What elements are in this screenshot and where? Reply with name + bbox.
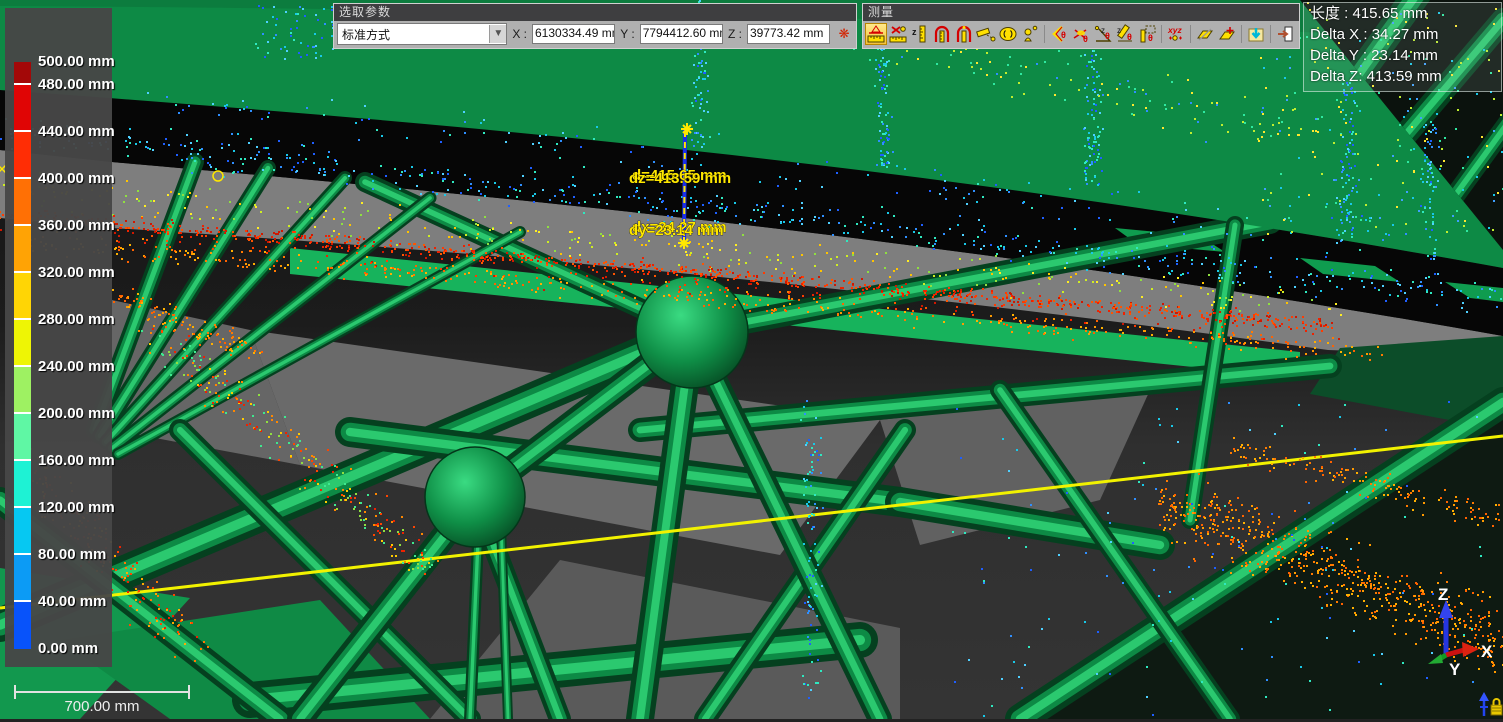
legend-band [14, 367, 31, 414]
measure-angle-distance-icon[interactable]: θ [1136, 23, 1158, 45]
x-coordinate-field[interactable]: 6130334.49 mm [532, 24, 615, 44]
legend-tick-label: 280.00 mm [38, 311, 115, 328]
measure-point-to-plane-icon[interactable] [975, 23, 997, 45]
pick-mode-value: 标准方式 [338, 26, 489, 43]
toolbar-separator [1270, 25, 1271, 43]
y-coordinate-field[interactable]: 7794412.60 mm [640, 24, 723, 44]
measurement-result-row: Delta Y : 23.14 mm [1304, 45, 1501, 66]
measure-toolbar-panel: 测量 zθθzθzθθxyz [862, 3, 1300, 49]
export-results-icon[interactable] [1245, 23, 1267, 45]
exit-measure-icon[interactable] [1274, 23, 1296, 45]
legend-tick-label: 360.00 mm [38, 217, 115, 234]
selection-parameters-panel: 选取参数 标准方式 ▼ X : 6130334.49 mm Y : 779441… [333, 3, 857, 49]
application-window: d=415.65 mmdz=413.59 mmdx=34.27 mmdy=23.… [0, 0, 1503, 719]
legend-band [14, 602, 31, 649]
measure-plane-icon[interactable] [1194, 23, 1216, 45]
legend-band [14, 320, 31, 367]
legend-tick-label: 0.00 mm [38, 640, 98, 657]
legend-tick-label: 200.00 mm [38, 405, 115, 422]
deviation-color-legend: 500.00 mm 480.00 mm 440.00 mm 400.00 mm 360.… [5, 8, 112, 667]
measure-angle-vectors-icon[interactable]: θ [1070, 23, 1092, 45]
legend-tick-label: 160.00 mm [38, 452, 115, 469]
axis-z-label: Z [1438, 585, 1448, 604]
measure-diameter-icon[interactable] [997, 23, 1019, 45]
legend-tick-label: 240.00 mm [38, 358, 115, 375]
legend-band [14, 179, 31, 226]
pick-mode-dropdown[interactable]: 标准方式 ▼ [337, 23, 507, 45]
scale-bar-label: 700.00 mm [64, 698, 139, 715]
view-scale-bar: 700.00 mm [0, 678, 260, 718]
legend-tick-label: 500.00 mm [38, 53, 115, 70]
legend-tick-label: 40.00 mm [38, 593, 106, 610]
measure-height-z-icon[interactable]: z [909, 23, 931, 45]
measure-arc-distance-alt-icon[interactable] [953, 23, 975, 45]
measurement-result-overlay: 长度 : 415.65 mmDelta X : 34.27 mmDelta Y … [1303, 2, 1502, 92]
legend-tick-label: 480.00 mm [38, 76, 115, 93]
legend-band [14, 555, 31, 602]
legend-tick-label: 320.00 mm [38, 264, 115, 281]
measure-toolbar-title[interactable]: 测量 [863, 4, 1299, 21]
legend-band [14, 132, 31, 179]
x-coordinate-label: X : [512, 27, 527, 41]
toolbar-separator [1241, 25, 1242, 43]
legend-color-bar [14, 62, 31, 649]
legend-tick-label: 400.00 mm [38, 170, 115, 187]
measure-point-info-icon[interactable] [1019, 23, 1041, 45]
ball-joint-node [425, 447, 525, 547]
toolbar-separator [1161, 25, 1162, 43]
ball-joint-node [636, 276, 748, 388]
z-coordinate-field[interactable]: 39773.42 mm [747, 24, 830, 44]
chevron-down-icon[interactable]: ▼ [489, 25, 506, 43]
measure-annotation-label: dz=413.59 mm [629, 170, 731, 187]
legend-band [14, 508, 31, 555]
legend-band [14, 461, 31, 508]
legend-band [14, 414, 31, 461]
create-plane-icon[interactable] [1216, 23, 1238, 45]
toolbar-separator [1044, 25, 1045, 43]
measure-angle-icon[interactable]: θ [1048, 23, 1070, 45]
axis-x-label: X [1481, 642, 1493, 661]
legend-band [14, 226, 31, 273]
measurement-result-row: Delta X : 34.27 mm [1304, 24, 1501, 45]
legend-tick-label: 440.00 mm [38, 123, 115, 140]
measure-angle-z-icon[interactable]: zθ [1092, 23, 1114, 45]
snap-point-icon[interactable]: ❋ [835, 25, 853, 43]
legend-band [14, 273, 31, 320]
y-coordinate-label: Y : [620, 27, 634, 41]
measure-distance-points-icon[interactable] [865, 23, 887, 45]
selection-panel-title[interactable]: 选取参数 [334, 4, 856, 21]
z-coordinate-label: Z : [728, 27, 742, 41]
measure-angle-plane-icon[interactable]: zθ [1114, 23, 1136, 45]
measurement-result-row: Delta Z: 413.59 mm [1304, 66, 1501, 87]
measure-distance-point-icon[interactable] [887, 23, 909, 45]
measure-annotation-label: dy=23.14 mm [629, 222, 724, 239]
legend-band [14, 85, 31, 132]
legend-tick-label: 80.00 mm [38, 546, 106, 563]
measure-arc-distance-icon[interactable] [931, 23, 953, 45]
3d-scene: d=415.65 mmdz=413.59 mmdx=34.27 mmdy=23.… [0, 0, 1503, 719]
show-xyz-coordinates-icon[interactable]: xyz [1165, 23, 1187, 45]
axis-y-label: Y [1449, 660, 1461, 679]
toolbar-separator [1190, 25, 1191, 43]
legend-tick-label: 120.00 mm [38, 499, 115, 516]
measurement-result-row: 长度 : 415.65 mm [1304, 3, 1501, 24]
legend-band [14, 62, 31, 85]
